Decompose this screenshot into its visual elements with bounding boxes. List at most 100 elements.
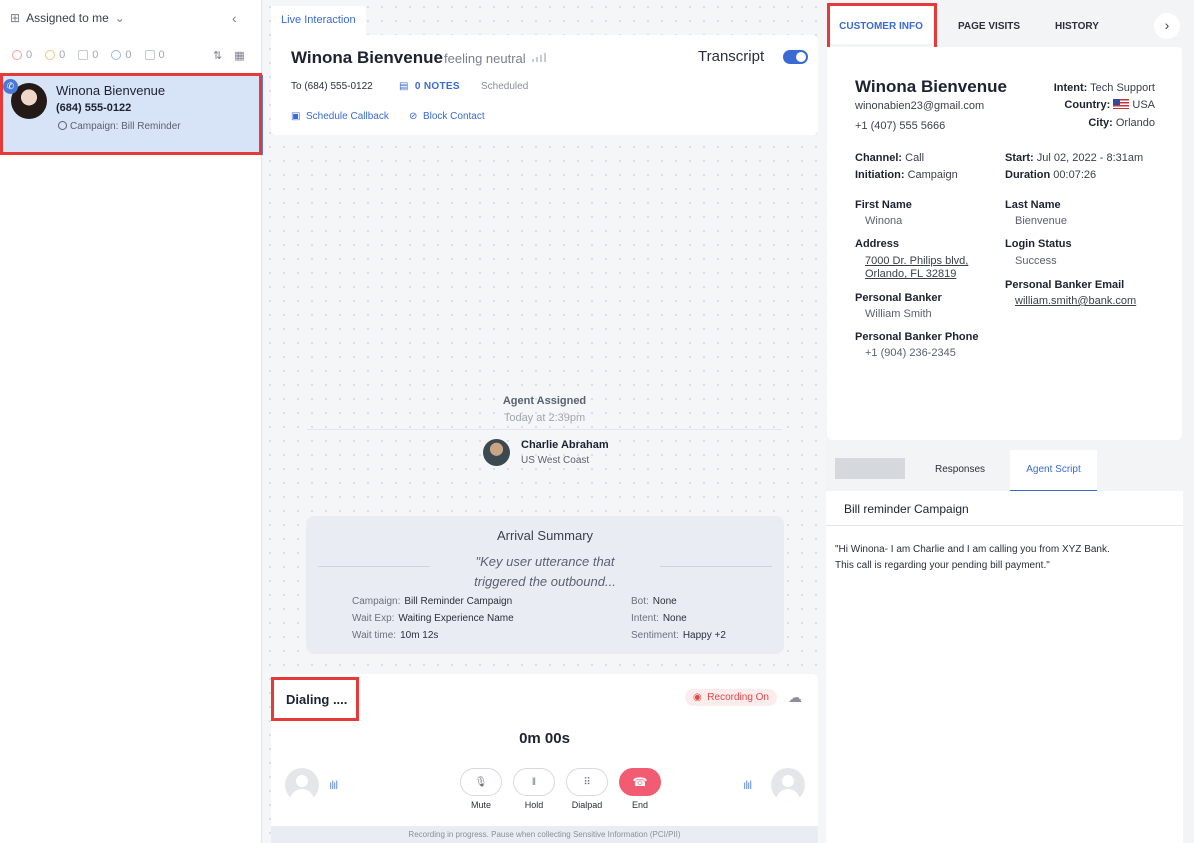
- arrival-wait-exp: Wait Exp: Waiting Experience Name: [352, 613, 514, 624]
- customer-city: City: Orlando: [1088, 117, 1155, 129]
- dialpad-button[interactable]: ⠿: [566, 768, 608, 796]
- duration-field: Duration 00:07:26: [1005, 169, 1096, 181]
- recording-badge[interactable]: ◉ Recording On: [685, 689, 777, 706]
- country-label: Country:: [1064, 99, 1111, 111]
- end-call-button[interactable]: ☎: [619, 768, 661, 796]
- arrival-sentiment-label: Sentiment:: [631, 630, 679, 641]
- arrival-summary-title: Arrival Summary: [496, 528, 594, 543]
- agent-location: US West Coast: [521, 455, 590, 466]
- arrival-wait-time-label: Wait time:: [352, 630, 397, 641]
- agent-script-panel: Bill reminder Campaign "Hi Winona- I am …: [826, 491, 1183, 843]
- highlight-box: [0, 73, 262, 155]
- to-phone: To (684) 555-0122: [291, 81, 373, 92]
- pause-icon: ‖: [531, 776, 537, 788]
- banker-label: Personal Banker: [855, 292, 942, 304]
- initiation-field: Initiation: Campaign: [855, 169, 958, 181]
- mute-button[interactable]: 🎙: [460, 768, 502, 796]
- counter-waiting[interactable]: 0: [45, 49, 65, 61]
- agent-assigned-event: Agent Assigned Today at 2:39pm Charlie A…: [271, 395, 818, 466]
- first-name-value: Winona: [865, 215, 903, 227]
- customer-intent: Intent: Tech Support: [1054, 82, 1155, 94]
- calendar-icon: ▣: [291, 111, 301, 122]
- arrival-quote-line2: triggered the outbound...: [474, 574, 616, 589]
- address-label: Address: [855, 238, 900, 250]
- script-line1: "Hi Winona- I am Charlie and I am callin…: [835, 544, 1110, 555]
- assigned-filter-dropdown[interactable]: ⊞ Assigned to me ⌄: [10, 11, 125, 25]
- arrival-wait-time-value: 10m 12s: [400, 630, 439, 641]
- intent-value: Tech Support: [1090, 82, 1155, 94]
- login-status-value: Success: [1015, 255, 1057, 267]
- us-flag-icon: [1113, 99, 1130, 109]
- tab-page-visits[interactable]: PAGE VISITS: [958, 14, 1020, 44]
- customer-info-panel: CUSTOMER INFO PAGE VISITS HISTORY › Wino…: [826, 0, 1194, 843]
- chevron-down-icon: ⌄: [114, 11, 125, 25]
- call-timer: 0m 00s: [519, 730, 570, 747]
- tab-agent-script[interactable]: Agent Script: [1010, 450, 1097, 492]
- divider: [307, 429, 782, 430]
- block-contact-label: Block Contact: [422, 111, 485, 122]
- arrival-sentiment: Sentiment: Happy +2: [631, 630, 726, 641]
- agent-assigned-title: Agent Assigned: [502, 395, 587, 407]
- customer-country: Country: USA: [1064, 99, 1155, 111]
- assigned-filter-label: Assigned to me: [26, 11, 109, 25]
- dialpad-icon: ⠿: [583, 776, 591, 788]
- notes-button[interactable]: ▤ 0 NOTES: [399, 81, 460, 92]
- end-label: End: [631, 800, 648, 810]
- grid-icon: ⊞: [10, 11, 21, 25]
- interaction-timeline: Agent Assigned Today at 2:39pm Charlie A…: [271, 135, 818, 655]
- recording-label: Recording On: [707, 692, 769, 703]
- transcript-toggle[interactable]: [783, 50, 808, 64]
- microphone-icon: 🎙: [474, 776, 488, 788]
- notes-label: 0 NOTES: [414, 81, 460, 92]
- notes-icon: ▤: [399, 81, 409, 92]
- arrival-quote: "Key user utterance that triggered the o…: [306, 552, 784, 592]
- blurred-tab[interactable]: [835, 458, 905, 479]
- script-title: Bill reminder Campaign: [826, 491, 1183, 526]
- status-scheduled: Scheduled: [481, 81, 529, 92]
- block-contact-link[interactable]: ⊘ Block Contact: [409, 111, 485, 122]
- audio-wave-icon: ılıl: [743, 778, 752, 792]
- arrival-sentiment-value: Happy +2: [682, 630, 726, 641]
- mute-label: Mute: [470, 800, 491, 810]
- arrival-campaign-value: Bill Reminder Campaign: [404, 596, 513, 607]
- arrival-wait-time: Wait time: 10m 12s: [352, 630, 438, 641]
- counter-message[interactable]: 0: [144, 49, 165, 61]
- banker-email-value[interactable]: william.smith@bank.com: [1015, 295, 1136, 307]
- login-status-label: Login Status: [1005, 238, 1072, 250]
- arrival-intent: Intent: None: [631, 613, 687, 624]
- agent-name: Charlie Abraham: [521, 439, 609, 451]
- arrival-bot-label: Bot:: [631, 596, 649, 607]
- tab-live-interaction[interactable]: Live Interaction: [271, 6, 366, 35]
- collapse-panel-icon[interactable]: ‹: [232, 10, 237, 26]
- highlight-box: [271, 677, 359, 721]
- counter-call[interactable]: 0: [111, 49, 132, 61]
- customer-email: winonabien23@gmail.com: [855, 100, 985, 112]
- arrival-bot: Bot: None: [631, 596, 677, 607]
- view-grid-icon[interactable]: ▦: [234, 49, 244, 62]
- agent-assigned-time: Today at 2:39pm: [503, 412, 586, 424]
- hold-button[interactable]: ‖: [513, 768, 555, 796]
- sort-icon[interactable]: ⇅: [213, 49, 222, 62]
- tab-history[interactable]: HISTORY: [1055, 14, 1099, 44]
- block-user-icon: ⊘: [409, 111, 418, 122]
- initiation-value: Campaign: [907, 169, 958, 181]
- schedule-callback-label: Schedule Callback: [306, 111, 389, 122]
- cloud-upload-icon[interactable]: ☁: [788, 689, 802, 706]
- banker-email-label: Personal Banker Email: [1005, 279, 1125, 291]
- arrival-intent-label: Intent:: [631, 613, 659, 624]
- counter-alert[interactable]: 0: [12, 49, 32, 61]
- chevron-right-icon[interactable]: ›: [1154, 13, 1180, 39]
- banker-phone-value: +1 (904) 236-2345: [865, 347, 956, 359]
- schedule-callback-link[interactable]: ▣ Schedule Callback: [291, 111, 389, 122]
- agent-avatar-placeholder: [771, 768, 805, 802]
- intent-label: Intent:: [1053, 82, 1088, 94]
- address-line2[interactable]: Orlando, FL 32819: [865, 268, 956, 280]
- interaction-panel: Live Interaction Winona Bienvenue feelin…: [263, 0, 826, 843]
- counter-transfer[interactable]: 0: [78, 49, 98, 61]
- country-value: USA: [1132, 99, 1155, 111]
- arrival-intent-value: None: [662, 613, 687, 624]
- customer-phone: +1 (407) 555 5666: [855, 120, 946, 132]
- address-line1[interactable]: 7000 Dr. Philips blvd,: [865, 255, 968, 267]
- tab-responses[interactable]: Responses: [935, 464, 985, 475]
- arrival-campaign: Campaign: Bill Reminder Campaign: [352, 596, 512, 607]
